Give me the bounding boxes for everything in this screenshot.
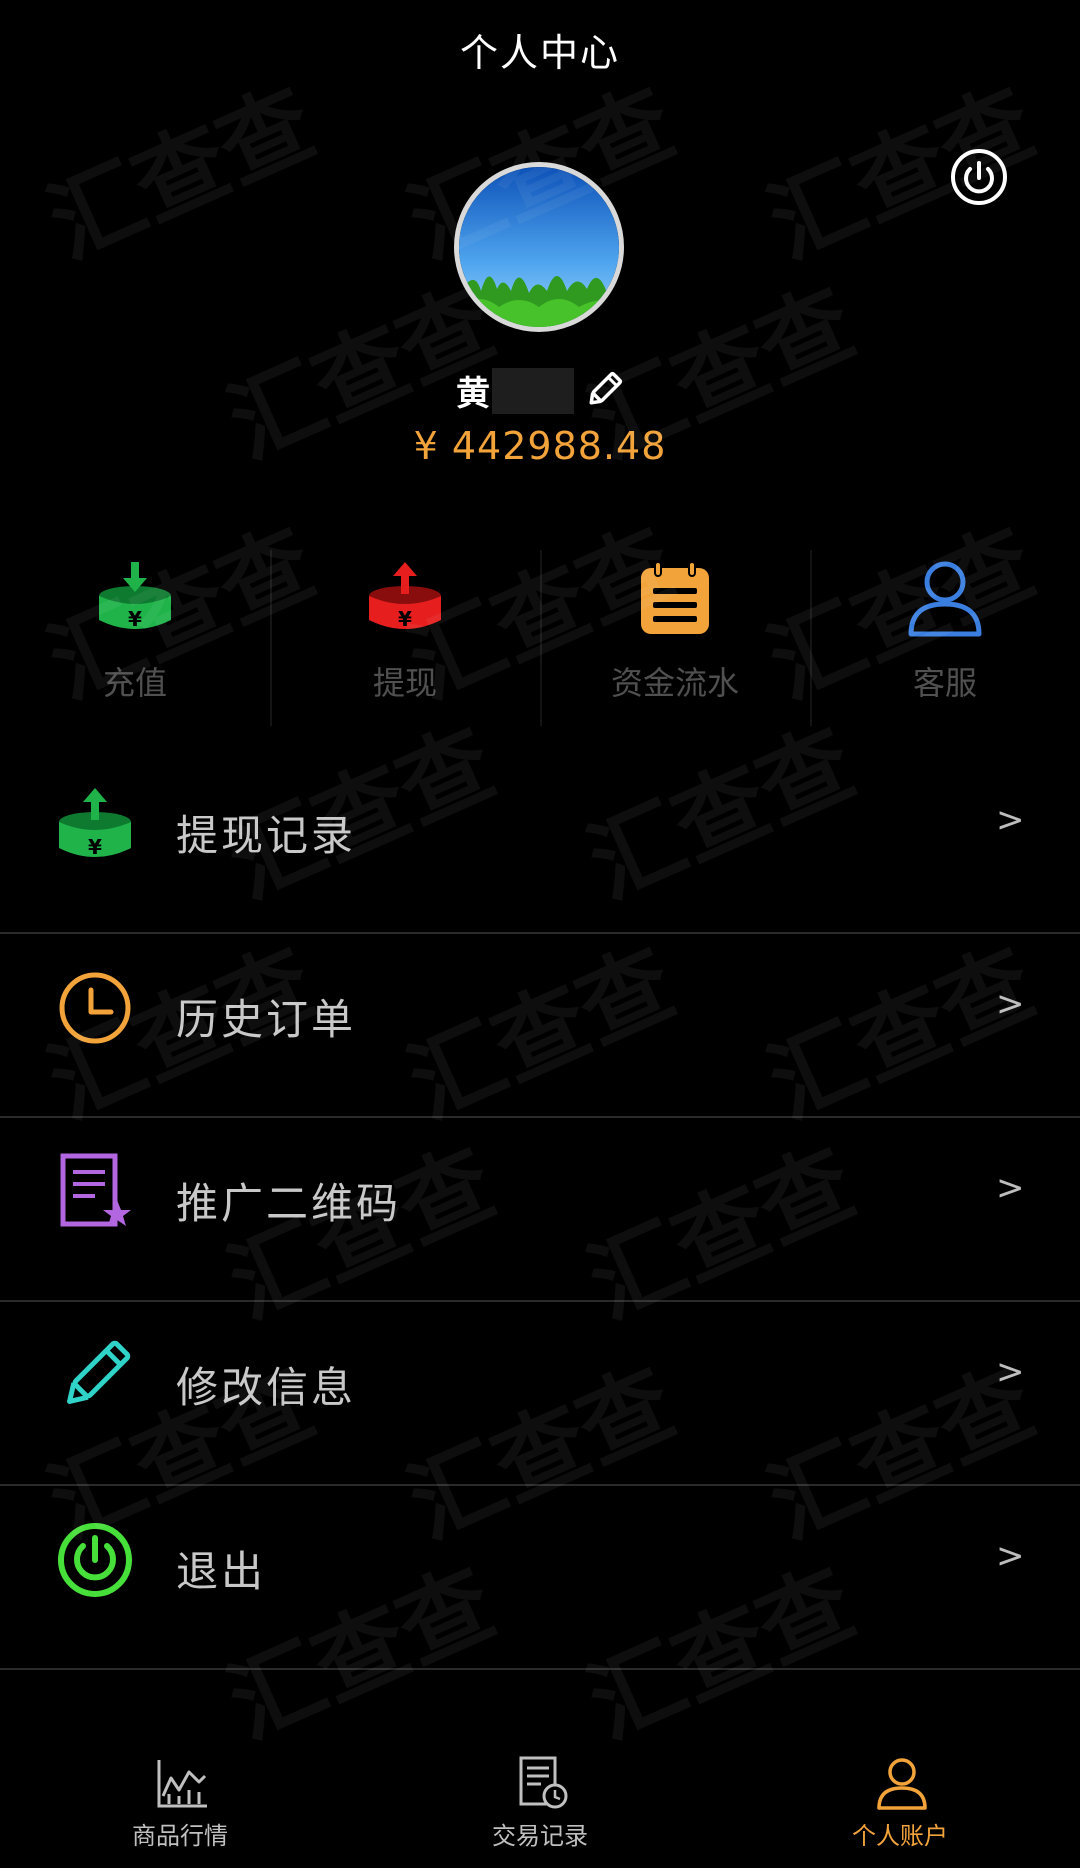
chevron-right-icon: > (996, 800, 1025, 840)
nav-item-personal-account[interactable]: 个人账户 (720, 1740, 1080, 1868)
quick-action-label: 客服 (912, 664, 977, 702)
pencil-icon (67, 1340, 131, 1404)
nav-label: 商品行情 (132, 1822, 228, 1850)
menu-item-label: 修改信息 (176, 1363, 357, 1412)
menu-item-logout[interactable]: 退出 > (0, 1486, 1080, 1670)
deposit-icon: ¥ (99, 562, 171, 631)
bottom-nav: 商品行情 交易记录 个人账户 (0, 1740, 1080, 1868)
page-title: 个人中心 (459, 31, 620, 75)
user-icon (877, 1758, 927, 1810)
menu-list: ¥ 提现记录 > 历史订单 > 推广二维码 > 修改信息 > 退出 > (0, 750, 1080, 1670)
menu-item-withdraw-records[interactable]: ¥ 提现记录 > (0, 750, 1080, 934)
name-redaction (492, 368, 574, 414)
edit-pencil-icon[interactable] (584, 370, 624, 410)
svg-text:¥: ¥ (88, 835, 102, 859)
quick-action-customer-service[interactable]: 客服 (810, 550, 1080, 726)
quick-action-deposit[interactable]: ¥ 充值 (0, 550, 270, 726)
quick-action-label: 资金流水 (610, 664, 739, 702)
menu-item-label: 推广二维码 (176, 1179, 402, 1228)
document-star-icon (60, 1153, 131, 1227)
avatar[interactable] (454, 162, 624, 332)
power-icon (58, 1523, 132, 1597)
quick-action-label: 提现 (372, 664, 437, 702)
menu-item-edit-info[interactable]: 修改信息 > (0, 1302, 1080, 1486)
person-icon (908, 561, 982, 637)
user-name-row: 黄 (0, 366, 1080, 416)
nav-item-market[interactable]: 商品行情 (0, 1740, 360, 1868)
quick-action-withdraw[interactable]: ¥ 提现 (270, 550, 540, 726)
svg-text:¥: ¥ (398, 607, 412, 631)
menu-item-label: 提现记录 (176, 811, 357, 860)
power-icon[interactable] (950, 148, 1008, 206)
nav-item-trade-records[interactable]: 交易记录 (360, 1740, 720, 1868)
menu-item-label: 退出 (176, 1547, 267, 1596)
quick-actions: ¥ 充值 ¥ 提现 资金流水 客服 (0, 550, 1080, 726)
watermark: 汇查查 (33, 68, 330, 279)
chevron-right-icon: > (996, 1168, 1025, 1208)
quick-action-fund-flow[interactable]: 资金流水 (540, 550, 810, 726)
personal-center-page: 个人中心 黄 ¥ 442988.48 ¥ 充值 ¥ 提现 资金流水 客服 ¥ 提… (0, 0, 1080, 1868)
quick-action-label: 充值 (102, 664, 167, 702)
account-balance: ¥ 442988.48 (413, 424, 667, 468)
notepad-icon (641, 561, 709, 634)
chevron-right-icon: > (996, 1352, 1025, 1392)
user-name: 黄 (456, 374, 490, 414)
nav-label: 交易记录 (492, 1822, 588, 1850)
withdraw-icon: ¥ (369, 562, 441, 631)
withdraw-record-icon: ¥ (59, 788, 131, 859)
chevron-right-icon: > (996, 984, 1025, 1024)
chart-icon (157, 1760, 207, 1808)
menu-item-label: 历史订单 (176, 995, 357, 1044)
receipt-icon (519, 1756, 568, 1809)
menu-item-promo-qrcode[interactable]: 推广二维码 > (0, 1118, 1080, 1302)
menu-item-order-history[interactable]: 历史订单 > (0, 934, 1080, 1118)
chevron-right-icon: > (996, 1536, 1025, 1576)
svg-text:¥: ¥ (128, 607, 142, 631)
nav-label: 个人账户 (852, 1822, 948, 1850)
clock-icon (59, 972, 131, 1044)
avatar-image (459, 167, 619, 327)
